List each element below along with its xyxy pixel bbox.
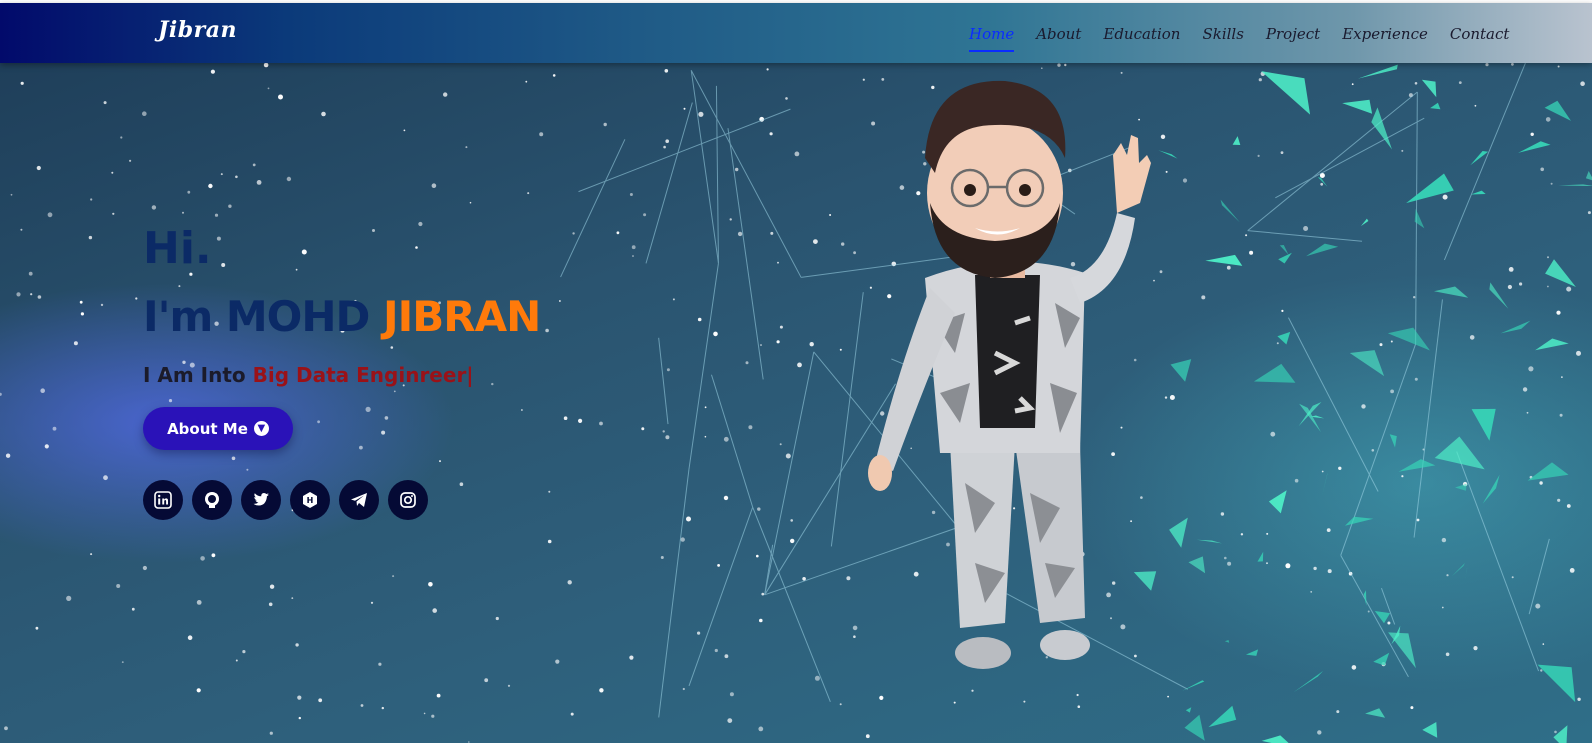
hero-section: Hi. I'm MOHD JIBRAN I Am Into Big Data E…	[0, 63, 1592, 743]
about-me-label: About Me	[167, 419, 248, 438]
github-icon	[205, 492, 219, 508]
instagram-link[interactable]	[388, 480, 428, 520]
into-prefix: I Am Into	[143, 363, 253, 387]
instagram-icon	[400, 492, 416, 508]
nav-home[interactable]: Home	[969, 25, 1015, 52]
nav-contact[interactable]: Contact	[1450, 25, 1510, 43]
twitter-link[interactable]	[241, 480, 281, 520]
role-typed: Big Data Enginreer|	[252, 363, 474, 387]
intro-name: JIBRAN	[383, 292, 541, 341]
hero-text: Hi. I'm MOHD JIBRAN I Am Into Big Data E…	[143, 223, 541, 520]
brand-logo[interactable]: Jibran	[158, 17, 237, 43]
linkedin-link[interactable]	[143, 480, 183, 520]
telegram-icon	[351, 493, 367, 507]
nav-project[interactable]: Project	[1266, 25, 1320, 43]
telegram-link[interactable]	[339, 480, 379, 520]
about-me-button[interactable]: About Me ▼	[143, 407, 293, 450]
social-links: H	[143, 480, 540, 520]
svg-text:H: H	[307, 496, 314, 505]
nav-about[interactable]: About	[1036, 25, 1081, 43]
intro-prefix: I'm MOHD	[143, 292, 384, 341]
nav-experience[interactable]: Experience	[1342, 25, 1428, 43]
navbar: Jibran Home About Education Skills Proje…	[0, 3, 1592, 63]
github-link[interactable]	[192, 480, 232, 520]
twitter-icon	[253, 493, 269, 506]
greeting: Hi.	[143, 223, 212, 274]
nav-education[interactable]: Education	[1103, 25, 1180, 43]
nav-skills[interactable]: Skills	[1202, 25, 1243, 43]
hashnode-link[interactable]: H	[290, 480, 330, 520]
arrow-down-circle-icon: ▼	[253, 421, 269, 436]
nav-links: Home About Education Skills Project Expe…	[969, 25, 1531, 52]
intro-heading: I'm MOHD JIBRAN	[143, 291, 541, 343]
linkedin-icon	[154, 491, 172, 509]
hashnode-icon: H	[303, 492, 317, 508]
avatar-illustration	[868, 80, 1151, 669]
role-line: I Am Into Big Data Enginreer|	[143, 363, 540, 387]
